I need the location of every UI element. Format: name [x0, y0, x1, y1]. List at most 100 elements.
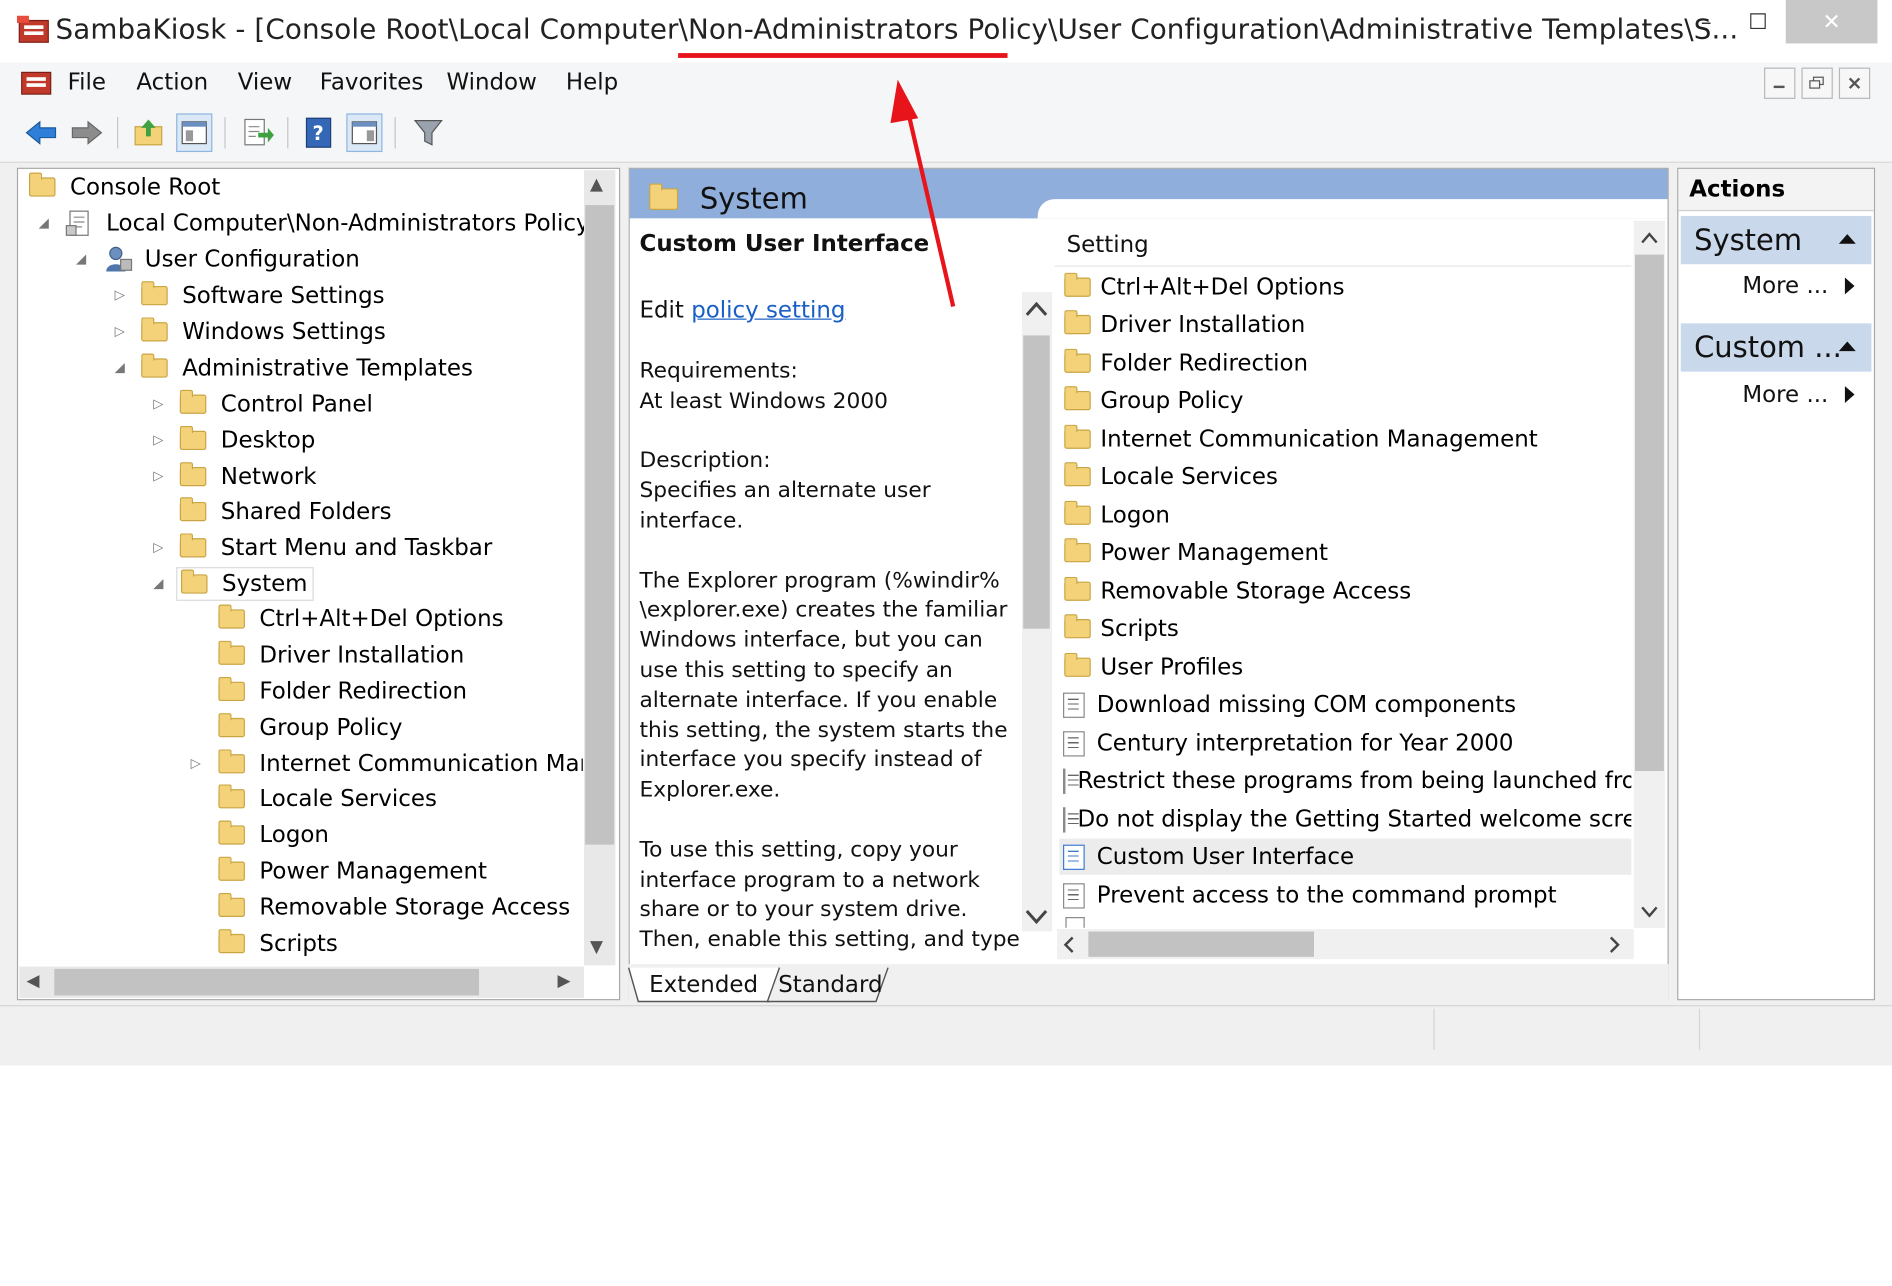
tab-standard[interactable]: Standard — [778, 968, 882, 1002]
list-hscroll-thumb[interactable] — [1088, 931, 1314, 957]
tree-item-desktop[interactable]: Desktop — [179, 424, 315, 458]
submenu-arrow-icon[interactable] — [1844, 276, 1856, 295]
description-body: Requirements: At least Windows 2000 Desc… — [639, 358, 1020, 953]
tab-extended[interactable]: Extended — [649, 968, 758, 1002]
list-item[interactable]: Internet Communication Management — [1059, 421, 1631, 457]
menu-favorites[interactable]: Favorites — [320, 69, 424, 96]
collapsed-triangle-icon[interactable]: ▷ — [153, 396, 163, 412]
tree-item-local-computer-policy[interactable]: Local Computer\Non-Administrators Policy — [65, 206, 590, 240]
expanded-triangle-icon[interactable]: ◢ — [153, 576, 163, 592]
tree-item-driver-installation[interactable]: Driver Installation — [218, 638, 464, 672]
tree-item-start-menu-and-taskbar[interactable]: Start Menu and Taskbar — [179, 531, 492, 565]
tree-item-administrative-templates[interactable]: Administrative Templates — [141, 351, 473, 385]
actions-section-system[interactable]: System — [1680, 215, 1872, 265]
column-header-setting[interactable]: Setting — [1054, 224, 1632, 267]
list-item[interactable]: Prevent access to the command prompt — [1059, 877, 1631, 913]
menu-action[interactable]: Action — [136, 69, 208, 96]
tree-item-group-policy[interactable]: Group Policy — [218, 711, 402, 745]
list-item[interactable]: Removable Storage Access — [1059, 573, 1631, 609]
tree-hscroll-thumb[interactable] — [54, 968, 480, 996]
child-restore-button[interactable] — [1801, 67, 1833, 99]
scroll-down-chevron-icon[interactable] — [1024, 907, 1048, 926]
scroll-left-arrow-icon[interactable]: ◀ — [27, 971, 40, 990]
tree-item-software-settings[interactable]: Software Settings — [141, 279, 385, 313]
scroll-left-chevron-icon[interactable] — [1062, 936, 1076, 953]
action-more-system[interactable]: More ... — [1742, 273, 1828, 300]
scroll-up-chevron-icon[interactable] — [1640, 230, 1659, 244]
show-hide-action-pane-icon[interactable] — [346, 113, 383, 153]
child-close-button[interactable] — [1838, 67, 1871, 99]
list-item[interactable]: User Profiles — [1059, 649, 1631, 685]
expanded-triangle-icon[interactable]: ◢ — [115, 360, 125, 376]
list-item[interactable]: Scripts — [1059, 611, 1631, 647]
list-scroll-thumb[interactable] — [1634, 254, 1664, 772]
action-more-custom[interactable]: More ... — [1742, 381, 1828, 408]
tree-item-ctrl-alt-del-options[interactable]: Ctrl+Alt+Del Options — [218, 602, 504, 636]
show-hide-tree-icon[interactable] — [176, 113, 213, 153]
menu-help[interactable]: Help — [566, 69, 618, 96]
list-item[interactable]: Power Management — [1059, 535, 1631, 571]
collapse-up-icon[interactable] — [1838, 233, 1857, 245]
scroll-down-arrow-icon[interactable]: ▼ — [590, 938, 603, 957]
list-item[interactable]: Locale Services — [1059, 459, 1631, 495]
tree-item-shared-folders[interactable]: Shared Folders — [179, 495, 392, 529]
menu-window[interactable]: Window — [446, 69, 536, 96]
tree-item-console-root[interactable]: Console Root — [28, 170, 220, 204]
tree-item-windows-settings[interactable]: Windows Settings — [141, 315, 386, 349]
list-item[interactable]: Group Policy — [1059, 382, 1631, 418]
collapsed-triangle-icon[interactable]: ▷ — [115, 287, 125, 303]
description-scroll-thumb[interactable] — [1023, 335, 1050, 629]
tree-item-logon[interactable]: Logon — [218, 818, 329, 852]
tree-item-control-panel[interactable]: Control Panel — [179, 387, 373, 421]
back-arrow-icon[interactable] — [23, 113, 59, 152]
tree-item-folder-redirection[interactable]: Folder Redirection — [218, 674, 467, 708]
list-item[interactable]: Do not display the Getting Started welco… — [1059, 801, 1631, 837]
collapsed-triangle-icon[interactable]: ▷ — [153, 468, 163, 484]
tree-item-power-management[interactable]: Power Management — [218, 854, 487, 888]
list-item[interactable]: Logon — [1059, 497, 1631, 533]
close-button[interactable]: ✕ — [1785, 0, 1878, 44]
list-item[interactable]: Ctrl+Alt+Del Options — [1059, 269, 1631, 305]
minimize-button[interactable]: – — [1682, 0, 1730, 43]
list-item[interactable]: Driver Installation — [1059, 306, 1631, 342]
scroll-down-chevron-icon[interactable] — [1640, 905, 1659, 919]
help-icon[interactable]: ? — [300, 113, 336, 152]
tree-item-internet-communication[interactable]: Internet Communication Mana — [218, 747, 583, 781]
collapsed-triangle-icon[interactable]: ▷ — [191, 755, 201, 771]
menu-view[interactable]: View — [238, 69, 292, 96]
expanded-triangle-icon[interactable]: ◢ — [76, 251, 86, 267]
filter-icon[interactable] — [410, 113, 446, 152]
tree-item-scripts[interactable]: Scripts — [218, 927, 338, 961]
tree-scroll-thumb[interactable] — [585, 205, 615, 845]
scroll-up-chevron-icon[interactable] — [1024, 299, 1048, 318]
list-item[interactable]: Folder Redirection — [1059, 345, 1631, 381]
list-item-selected[interactable]: Custom User Interface — [1059, 838, 1632, 875]
list-item[interactable]: Century interpretation for Year 2000 — [1059, 725, 1631, 761]
export-list-icon[interactable] — [240, 113, 276, 152]
tree-item-user-configuration[interactable]: User Configuration — [104, 243, 360, 277]
actions-section-custom[interactable]: Custom ... — [1680, 323, 1872, 372]
scroll-right-arrow-icon[interactable]: ▶ — [557, 971, 570, 990]
tree-item-removable-storage-access[interactable]: Removable Storage Access — [218, 890, 570, 924]
tree-item-locale-services[interactable]: Locale Services — [218, 782, 437, 816]
list-item[interactable]: Download missing COM components — [1059, 687, 1631, 723]
collapsed-triangle-icon[interactable]: ▷ — [153, 539, 163, 555]
scroll-up-arrow-icon[interactable]: ▲ — [590, 175, 603, 194]
tree-item-system[interactable]: System — [176, 567, 314, 601]
submenu-arrow-icon[interactable] — [1844, 385, 1856, 404]
maximize-button[interactable]: ☐ — [1733, 0, 1784, 43]
edit-policy-setting-link[interactable]: policy setting — [691, 297, 845, 324]
menu-file[interactable]: File — [68, 69, 106, 96]
collapse-up-icon[interactable] — [1838, 340, 1857, 352]
console-menu-icon[interactable] — [19, 68, 53, 99]
scroll-right-chevron-icon[interactable] — [1607, 936, 1621, 953]
child-minimize-button[interactable] — [1764, 67, 1796, 99]
expanded-triangle-icon[interactable]: ◢ — [39, 215, 49, 231]
collapsed-triangle-icon[interactable]: ▷ — [115, 323, 125, 339]
tree-item-network[interactable]: Network — [179, 460, 317, 494]
forward-arrow-icon[interactable] — [69, 113, 105, 152]
folder-icon — [649, 183, 679, 210]
collapsed-triangle-icon[interactable]: ▷ — [153, 432, 163, 448]
up-folder-icon[interactable] — [132, 113, 168, 152]
list-item[interactable]: Restrict these programs from being launc… — [1059, 763, 1631, 799]
